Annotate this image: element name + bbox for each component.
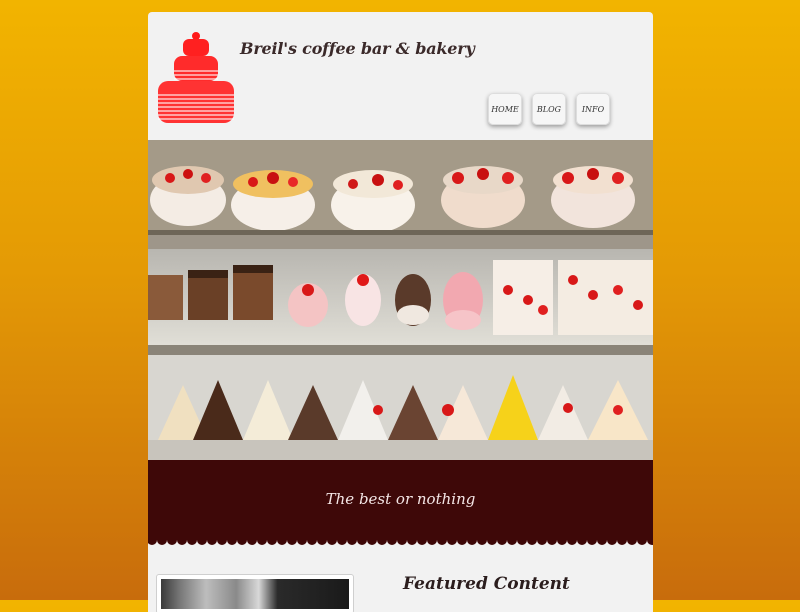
scalloped-border xyxy=(148,540,653,545)
nav-home-button[interactable]: HOME xyxy=(488,93,522,125)
tagline-banner: The best or nothing xyxy=(148,460,653,540)
page-container: Breil's coffee bar & bakery HOME BLOG IN… xyxy=(148,12,653,612)
featured-thumbnail-image xyxy=(161,579,349,609)
tagline-text: The best or nothing xyxy=(325,490,476,508)
hero-bakery-display-image xyxy=(148,140,653,460)
site-header: Breil's coffee bar & bakery HOME BLOG IN… xyxy=(148,12,653,140)
nav-info-button[interactable]: INFO xyxy=(576,93,610,125)
main-nav: HOME BLOG INFO xyxy=(488,93,610,125)
layered-cake-icon[interactable] xyxy=(156,32,236,124)
featured-content-heading: Featured Content xyxy=(403,574,570,594)
nav-blog-button[interactable]: BLOG xyxy=(532,93,566,125)
featured-thumbnail[interactable] xyxy=(156,574,354,612)
site-title[interactable]: Breil's coffee bar & bakery xyxy=(240,39,475,58)
